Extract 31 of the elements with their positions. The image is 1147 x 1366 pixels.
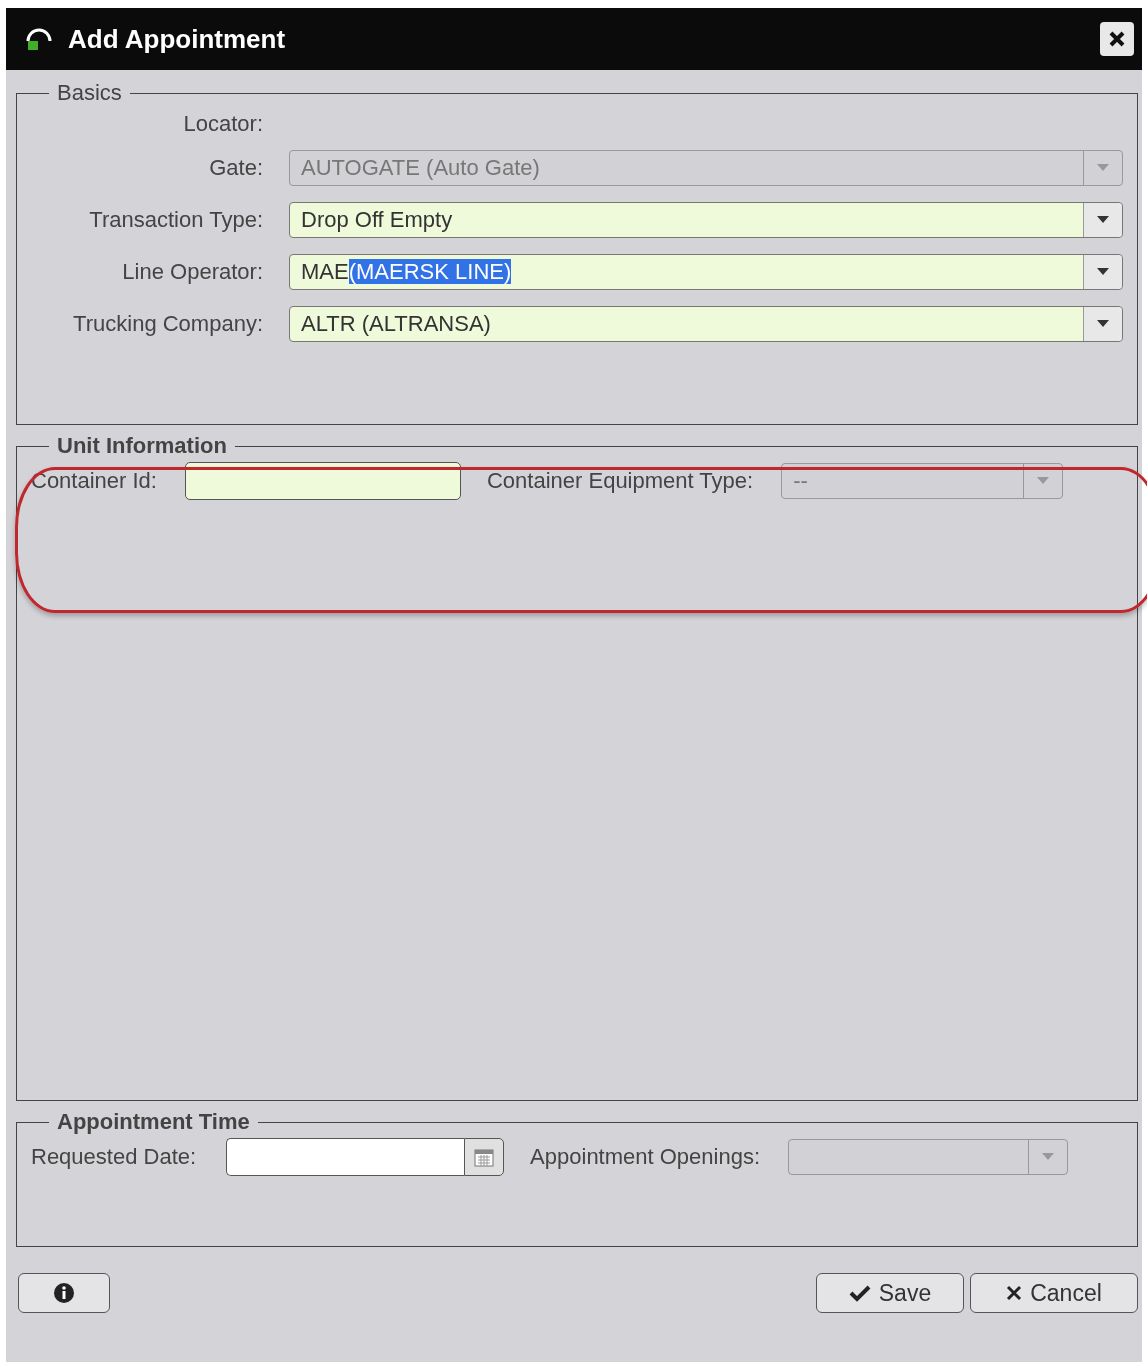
group-title: Appointment Time [56,1109,251,1135]
field-label: Requested Date: [31,1144,197,1170]
container-id-field[interactable] [184,462,461,500]
dropdown-field[interactable]: ALTR (ALTRANSA) [289,306,1123,342]
group-title: Unit Information [56,433,228,459]
close-icon [1108,30,1126,48]
checkmark-icon [848,1284,871,1302]
cancel-button[interactable]: Cancel [970,1273,1138,1313]
field-label: Line Operator: [121,259,264,285]
info-icon [53,1282,75,1304]
close-icon [1006,1285,1023,1301]
info-button[interactable] [18,1273,110,1313]
caret-icon[interactable] [1097,268,1109,276]
window-title: Add Appointment [68,23,287,55]
calendar-icon [473,1146,496,1168]
calendar-button[interactable] [464,1138,505,1176]
field-label: Appointment Openings: [530,1144,761,1170]
dropdown-field[interactable]: Drop Off Empty [289,202,1123,238]
save-button[interactable]: Save [816,1273,964,1313]
caret-icon[interactable] [1097,216,1109,224]
dropdown-field[interactable]: MAE(MAERSK LINE) [289,254,1123,290]
date-field[interactable] [226,1138,465,1176]
field-label: Transaction Type: [88,207,264,233]
field-label: Container Id: [31,468,157,494]
caret-icon[interactable] [1097,320,1109,328]
group-title: Basics [56,80,123,106]
field-label: Locator: [182,111,264,137]
close-button[interactable] [1100,22,1134,56]
field-label: Container Equipment Type: [486,468,754,494]
field-label: Gate: [208,155,264,181]
field-label: Trucking Company: [72,311,264,337]
